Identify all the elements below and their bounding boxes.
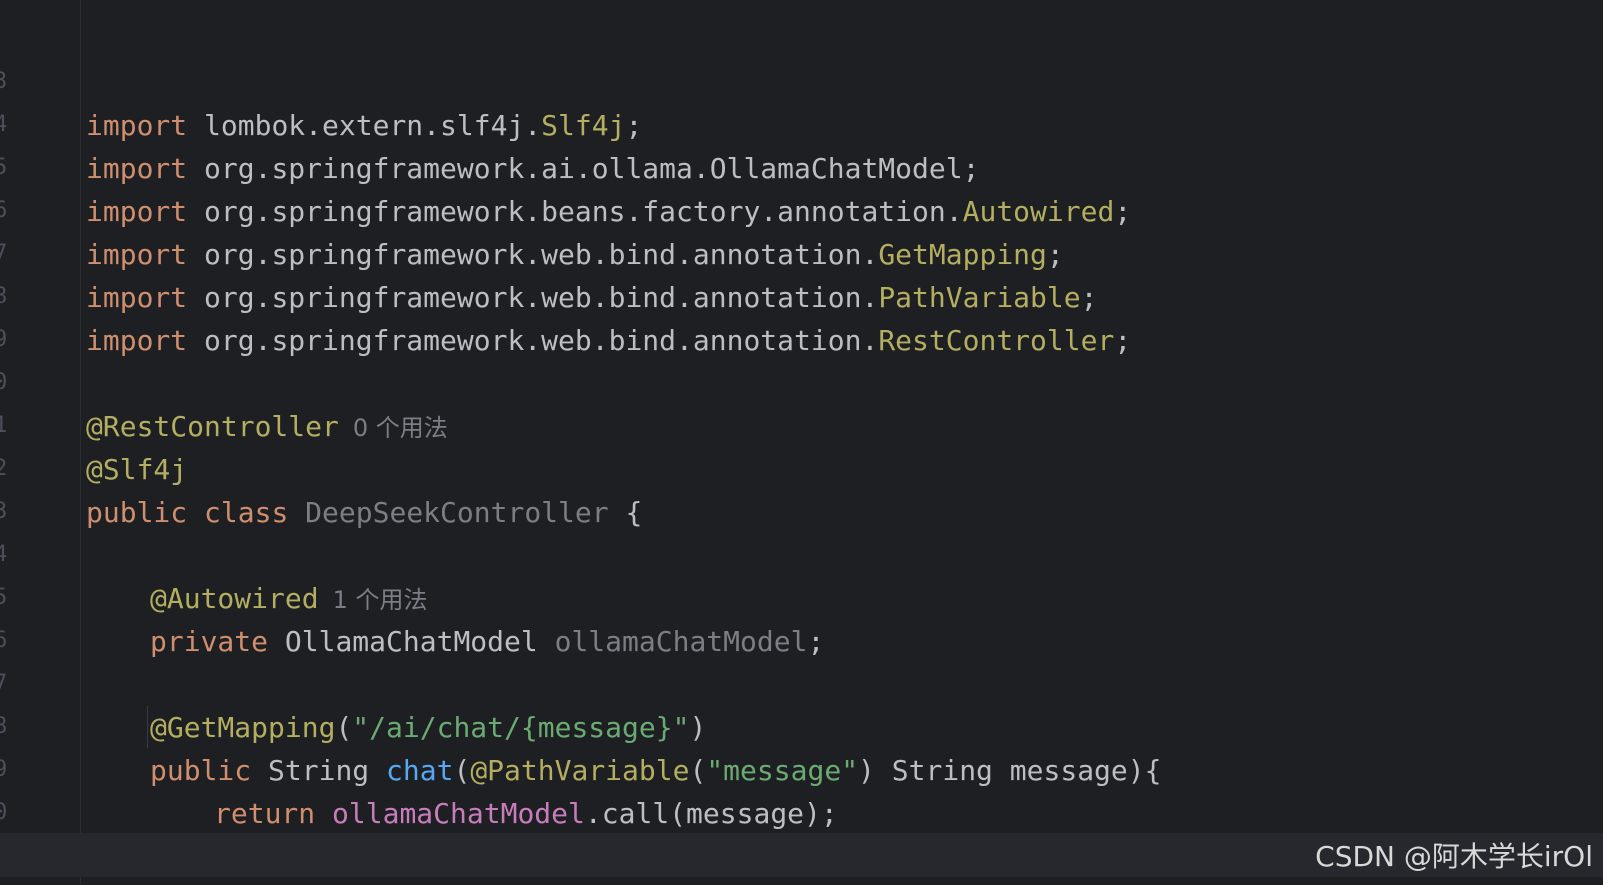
code-line[interactable]: 6 import org.springframework.web.bind.an… <box>0 145 1603 271</box>
code-line[interactable]: 5 import org.springframework.beans.facto… <box>0 102 1603 228</box>
code-line[interactable]: 3 import lombok.extern.slf4j.Slf4j; <box>0 16 1603 142</box>
code-line[interactable]: 8 import org.springframework.web.bind.an… <box>0 231 1603 357</box>
code-line[interactable]: 4 import org.springframework.ai.ollama.O… <box>0 59 1603 185</box>
watermark: CSDN @阿木学长irOl <box>1315 840 1593 873</box>
code-line[interactable]: 3 <box>0 446 1603 524</box>
code-line[interactable]: 1 } <box>0 790 1603 885</box>
code-editor[interactable]: 3 import lombok.extern.slf4j.Slf4j; 4 im… <box>0 0 1603 885</box>
code-line[interactable]: 8 public String chat(@PathVariable("mess… <box>0 661 1603 787</box>
code-line[interactable]: 6 <box>0 575 1603 653</box>
line-number: 2 <box>0 877 14 885</box>
code-line[interactable]: 7 @GetMapping("/ai/chat/{message}") <box>0 618 1603 744</box>
code-line[interactable]: 1 @Slf4j <box>0 360 1603 486</box>
code-line[interactable]: 9 return ollamaChatModel.call(message); <box>0 704 1603 830</box>
code-line[interactable]: 2 public class DeepSeekController { <box>0 403 1603 529</box>
code-line[interactable]: 0 @RestController 0 个用法 <box>0 317 1603 443</box>
code-line[interactable]: 7 import org.springframework.web.bind.an… <box>0 188 1603 314</box>
code-text: } <box>86 878 103 885</box>
code-line[interactable]: 4 @Autowired 1 个用法 <box>0 489 1603 615</box>
code-line[interactable]: 9 <box>0 274 1603 352</box>
code-line[interactable]: 5 private OllamaChatModel ollamaChatMode… <box>0 532 1603 658</box>
code-line[interactable]: 0 } <box>0 747 1603 873</box>
